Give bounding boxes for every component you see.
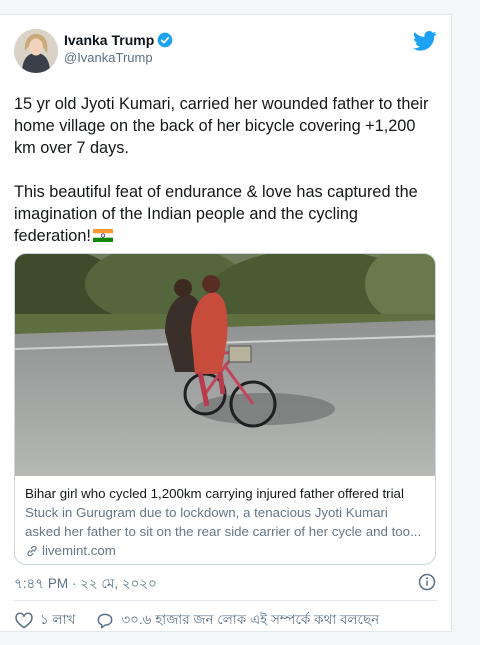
tweet-card: Ivanka Trump @IvankaTrump 15 yr old Jyot…: [0, 14, 452, 632]
link-icon: [27, 545, 37, 556]
divider: [14, 600, 437, 601]
link-preview-title[interactable]: Bihar girl who cycled 1,200km carrying i…: [25, 484, 427, 503]
link-preview-domain-row[interactable]: livemint.com: [25, 541, 427, 560]
link-preview-image[interactable]: [15, 254, 436, 476]
tweet-paragraph-2: This beautiful feat of endurance & love …: [14, 181, 434, 247]
tweet-paragraph-1: 15 yr old Jyoti Kumari, carried her woun…: [14, 95, 429, 157]
heart-icon[interactable]: [14, 611, 34, 631]
twitter-bird-icon[interactable]: [413, 31, 437, 51]
author-display-name-row[interactable]: Ivanka Trump: [64, 31, 173, 49]
speech-bubble-icon[interactable]: [95, 611, 115, 631]
like-action[interactable]: ১ লাখ: [14, 609, 75, 632]
tweet-paragraph-2-text: This beautiful feat of endurance & love …: [14, 183, 418, 245]
link-preview-description[interactable]: Stuck in Gurugram due to lockdown, a ten…: [25, 503, 427, 541]
tweet-header: Ivanka Trump @IvankaTrump: [14, 29, 437, 73]
author-names[interactable]: Ivanka Trump @IvankaTrump: [64, 31, 173, 67]
tweet-text: 15 yr old Jyoti Kumari, carried her woun…: [14, 93, 434, 247]
info-icon[interactable]: [418, 573, 436, 591]
conversation-count[interactable]: ৩০.৬ হাজার জন লোক এই সম্পর্কে কথা বলছেন: [121, 609, 379, 632]
author-handle[interactable]: @IvankaTrump: [64, 49, 173, 67]
link-preview-domain[interactable]: livemint.com: [42, 541, 116, 560]
link-preview-meta[interactable]: Bihar girl who cycled 1,200km carrying i…: [25, 484, 427, 560]
tweet-timestamp[interactable]: ৭:৪৭ PM · ২২ মে, ২০২০: [14, 573, 157, 596]
india-flag-icon: [92, 229, 113, 242]
link-preview-card[interactable]: Bihar girl who cycled 1,200km carrying i…: [14, 253, 436, 565]
tweet-actions: ১ লাখ ৩০.৬ হাজার জন লোক এই সম্পর্কে কথা …: [14, 609, 399, 632]
conversation-action[interactable]: ৩০.৬ হাজার জন লোক এই সম্পর্কে কথা বলছেন: [95, 609, 379, 632]
avatar[interactable]: [14, 29, 58, 73]
author-display-name[interactable]: Ivanka Trump: [64, 31, 154, 49]
verified-badge-icon: [157, 32, 173, 48]
like-count[interactable]: ১ লাখ: [40, 609, 75, 632]
